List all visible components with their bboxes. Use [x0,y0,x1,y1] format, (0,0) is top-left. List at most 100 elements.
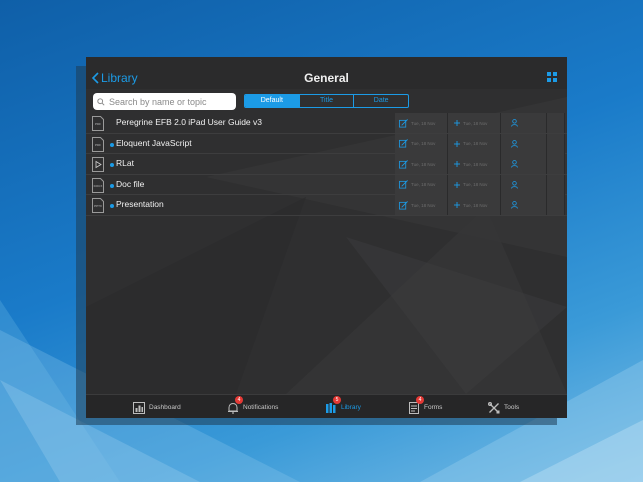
edit-icon [399,118,408,128]
user-cell[interactable] [501,113,547,133]
tab-forms[interactable]: 4 Forms [408,395,442,418]
document-row[interactable]: DOCX Doc file Tue, 18 Nov Tue, 18 Nov [86,174,567,196]
pdf-file-icon: PDF [92,136,104,152]
search-field[interactable] [93,93,236,110]
pdf-file-icon: PDF [92,116,104,131]
plus-icon [454,181,460,188]
document-title: Peregrine EFB 2.0 iPad User Guide v3 [116,117,262,127]
added-date: Tue, 18 Nov [463,182,488,188]
unread-indicator [110,204,114,209]
user-icon [511,201,518,210]
tab-label: Notifications [243,403,279,411]
plus-icon [454,202,460,209]
document-meta: Tue, 18 Nov Tue, 18 Nov [395,113,565,133]
document-title: Presentation [116,199,164,210]
unread-indicator [110,142,114,147]
document-meta: Tue, 18 Nov Tue, 18 Nov [395,154,565,175]
sort-segmented-control: Default Title Date [244,94,409,108]
edit-cell[interactable]: Tue, 18 Nov [395,113,448,133]
user-icon [511,119,518,127]
file-type-label: DOCX [94,184,103,188]
unread-indicator [110,183,114,188]
library-icon: 5 [325,396,341,413]
more-cell[interactable] [547,154,565,175]
notification-badge: 4 [235,396,243,404]
grid-icon-cell [553,78,557,82]
tab-bar: Dashboard 4 Notifications 5 Library 4 Fo… [86,394,567,418]
modified-date: Tue, 18 Nov [411,161,436,167]
user-icon [511,180,518,189]
tab-library[interactable]: 5 Library [325,395,361,418]
file-type-label: PDF [95,143,101,147]
document-meta: Tue, 18 Nov Tue, 18 Nov [395,174,565,195]
tab-dashboard[interactable]: Dashboard [133,395,181,418]
tab-tools[interactable]: Tools [488,395,519,418]
page-title: General [304,71,349,85]
tab-label: Forms [424,403,443,411]
edit-icon [399,139,408,148]
document-title: Eloquent JavaScript [116,137,192,148]
added-cell[interactable]: Tue, 18 Nov [448,154,501,175]
tools-icon [488,401,500,414]
more-cell[interactable] [547,113,565,133]
panel-background-pattern [86,97,567,394]
added-date: Tue, 18 Nov [463,120,488,126]
document-row[interactable]: PDF Eloquent JavaScript Tue, 18 Nov Tue,… [86,133,567,155]
added-cell[interactable]: Tue, 18 Nov [448,113,501,133]
modified-date: Tue, 18 Nov [411,182,436,188]
forms-icon: 4 [408,396,424,414]
navigation-bar: Library General [86,57,567,89]
plus-icon [454,161,460,168]
modified-date: Tue, 18 Nov [411,202,436,208]
plus-icon [454,140,460,147]
user-icon [511,139,518,148]
document-meta: Tue, 18 Nov Tue, 18 Nov [395,195,565,216]
tab-label: Tools [504,403,520,411]
more-cell[interactable] [547,195,565,216]
added-cell[interactable]: Tue, 18 Nov [448,174,501,195]
edit-cell[interactable]: Tue, 18 Nov [395,174,448,195]
edit-cell[interactable]: Tue, 18 Nov [395,195,448,216]
document-title: Doc file [116,178,145,189]
added-cell[interactable]: Tue, 18 Nov [448,195,501,216]
bell-icon: 4 [227,396,243,414]
sort-title-segment[interactable]: Title [298,95,354,107]
tab-label: Dashboard [149,403,181,411]
app-window: Library General Default Title Date PDF P… [86,57,567,418]
search-input[interactable] [109,96,229,107]
user-cell[interactable] [501,133,547,154]
edit-icon [399,180,408,189]
grid-icon-cell [553,72,557,76]
user-cell[interactable] [501,174,547,195]
edit-icon [399,159,408,169]
grid-icon-cell [547,78,551,82]
modified-date: Tue, 18 Nov [411,141,436,147]
added-cell[interactable]: Tue, 18 Nov [448,133,501,154]
document-meta: Tue, 18 Nov Tue, 18 Nov [395,133,565,154]
document-list: PDF Peregrine EFB 2.0 iPad User Guide v3… [86,113,567,216]
user-cell[interactable] [501,154,547,175]
edit-cell[interactable]: Tue, 18 Nov [395,154,448,175]
sort-default-segment[interactable]: Default [245,95,299,107]
document-row[interactable]: PDF Peregrine EFB 2.0 iPad User Guide v3… [86,113,567,134]
document-row[interactable]: RLat Tue, 18 Nov Tue, 18 Nov [86,154,567,175]
grid-icon [547,72,551,76]
tab-notifications[interactable]: 4 Notifications [227,395,278,418]
grid-view-button[interactable] [547,72,557,82]
word-file-icon: DOCX [92,177,104,193]
added-date: Tue, 18 Nov [463,141,488,147]
plus-icon [454,120,460,126]
user-cell[interactable] [501,195,547,216]
more-cell[interactable] [547,133,565,154]
sort-date-segment[interactable]: Date [353,95,408,107]
document-row[interactable]: PPTX Presentation Tue, 18 Nov Tue, 18 No… [86,195,567,216]
file-type-label: PPTX [94,204,102,208]
edit-cell[interactable]: Tue, 18 Nov [395,133,448,154]
dashboard-icon [133,401,145,414]
video-file-icon [92,157,104,173]
document-title: RLat [116,158,134,169]
added-date: Tue, 18 Nov [463,202,488,208]
file-type-label: PDF [95,122,101,126]
notification-badge: 5 [333,396,341,404]
more-cell[interactable] [547,174,565,195]
